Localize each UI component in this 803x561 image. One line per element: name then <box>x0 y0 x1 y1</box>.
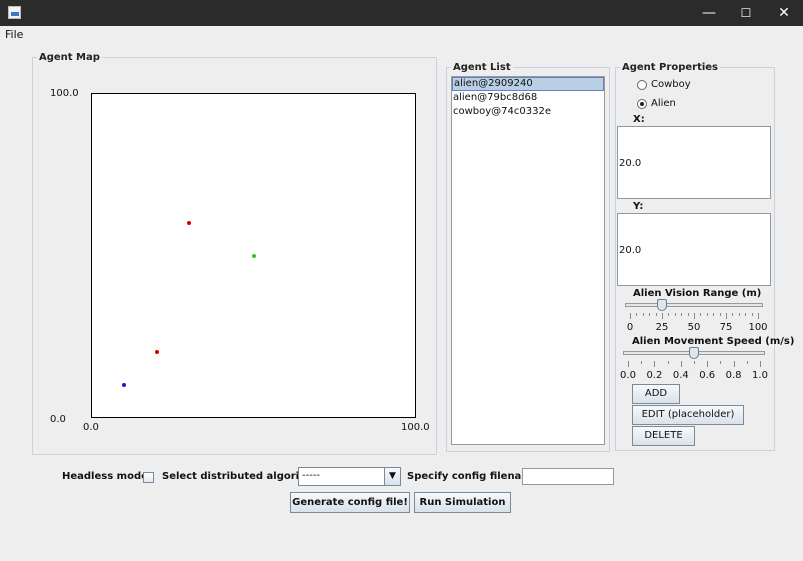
slider-tick <box>641 361 643 364</box>
title-bar <box>0 0 803 26</box>
agent-properties-title: Agent Properties <box>622 62 719 73</box>
alien-radio[interactable] <box>637 99 647 109</box>
headless-mode-checkbox[interactable] <box>143 472 154 483</box>
slider-tick <box>687 313 689 316</box>
agent-point[interactable] <box>122 382 127 387</box>
menu-bar <box>0 26 803 44</box>
slider-tick <box>733 361 735 367</box>
minimize-button[interactable]: — <box>690 0 728 26</box>
slider-tick <box>694 361 695 364</box>
y-textarea[interactable]: 20.0 <box>617 213 771 286</box>
list-item[interactable]: alien@79bc8d68 <box>452 91 604 105</box>
list-item[interactable]: alien@2909240 <box>452 77 604 91</box>
y-value: 20.0 <box>619 245 642 256</box>
speed-tick-label: 1.0 <box>752 370 768 381</box>
x-max-label: 100.0 <box>401 422 430 433</box>
agent-point[interactable] <box>186 221 191 226</box>
list-item[interactable]: cowboy@74c0332e <box>452 105 604 119</box>
x-min-label: 0.0 <box>83 422 99 433</box>
slider-tick <box>732 313 734 316</box>
algorithm-select[interactable]: ----- ▼ <box>298 467 401 486</box>
slider-tick <box>726 313 727 319</box>
slider-tick <box>630 313 631 319</box>
slider-tick <box>706 313 708 316</box>
slider-tick <box>745 313 747 316</box>
slider-tick <box>694 313 695 319</box>
agent-map-title: Agent Map <box>39 52 100 63</box>
vision-tick-label: 100 <box>748 322 768 333</box>
vision-range-slider[interactable] <box>625 303 763 307</box>
slider-tick <box>636 313 638 316</box>
slider-tick <box>760 361 761 367</box>
movement-speed-label: Alien Movement Speed (m/s) <box>632 336 795 347</box>
slider-tick <box>668 313 670 316</box>
slider-tick <box>680 361 682 367</box>
slider-tick <box>746 361 748 364</box>
maximize-button[interactable]: ☐ <box>727 0 765 26</box>
edit-button[interactable]: EDIT (placeholder) <box>632 405 744 425</box>
cowboy-radio-label: Cowboy <box>651 79 691 90</box>
slider-tick <box>700 313 702 316</box>
menu-file[interactable]: File <box>5 28 23 41</box>
vision-tick-label: 0 <box>626 322 634 333</box>
agent-list-title: Agent List <box>453 62 511 73</box>
add-button[interactable]: ADD <box>632 384 680 404</box>
headless-mode-label: Headless mode: <box>62 471 152 482</box>
vision-tick-label: 25 <box>655 322 669 333</box>
x-label: X: <box>633 114 645 125</box>
agent-list[interactable]: alien@2909240 alien@79bc8d68 cowboy@74c0… <box>451 76 605 445</box>
vision-slider-thumb[interactable] <box>657 299 667 311</box>
slider-tick <box>662 313 663 319</box>
slider-tick <box>751 313 753 316</box>
alien-radio-label: Alien <box>651 98 676 109</box>
x-value: 20.0 <box>619 158 642 169</box>
slider-tick <box>642 313 644 316</box>
delete-button[interactable]: DELETE <box>632 426 695 446</box>
slider-tick <box>713 313 715 316</box>
slider-tick <box>681 313 683 316</box>
vision-tick-label: 50 <box>687 322 701 333</box>
algorithm-select-value: ----- <box>302 470 321 481</box>
agent-point[interactable] <box>154 350 159 355</box>
run-simulation-button[interactable]: Run Simulation <box>414 492 511 513</box>
close-button[interactable]: ✕ <box>765 0 803 26</box>
slider-tick <box>738 313 740 316</box>
agent-map-plot[interactable] <box>91 93 416 418</box>
slider-tick <box>720 361 722 364</box>
agent-point[interactable] <box>251 253 256 258</box>
speed-slider-thumb[interactable] <box>689 347 699 359</box>
config-filename-input[interactable] <box>522 468 614 485</box>
generate-config-button[interactable]: Generate config file! <box>290 492 410 513</box>
slider-tick <box>649 313 651 316</box>
slider-tick <box>667 361 669 364</box>
y-min-label: 0.0 <box>50 414 66 425</box>
vision-tick-label: 75 <box>719 322 733 333</box>
slider-tick <box>719 313 721 316</box>
y-max-label: 100.0 <box>50 88 79 99</box>
slider-tick <box>674 313 676 316</box>
slider-tick <box>654 361 656 367</box>
slider-tick <box>655 313 657 316</box>
x-textarea[interactable]: 20.0 <box>617 126 771 199</box>
java-app-icon <box>8 6 21 19</box>
slider-tick <box>628 361 629 367</box>
y-label: Y: <box>633 201 644 212</box>
vision-range-label: Alien Vision Range (m) <box>633 288 762 299</box>
slider-tick <box>758 313 759 319</box>
slider-tick <box>707 361 709 367</box>
chevron-down-icon[interactable]: ▼ <box>384 468 400 485</box>
cowboy-radio[interactable] <box>637 80 647 90</box>
